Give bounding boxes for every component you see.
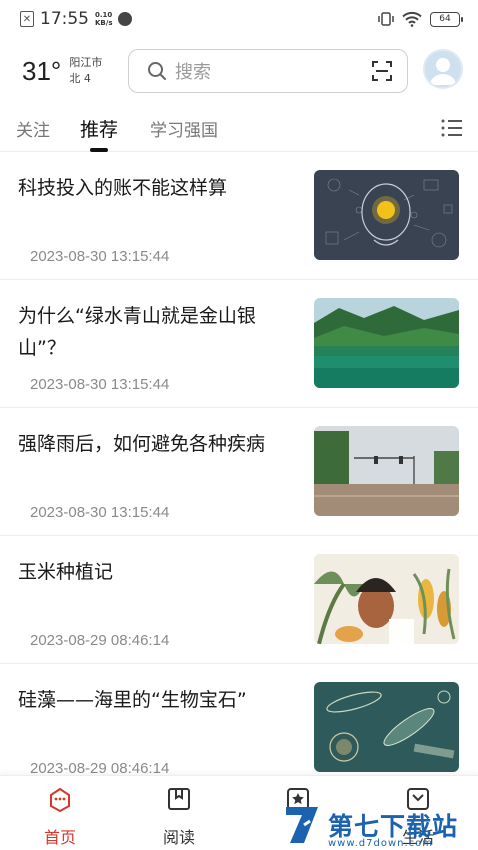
watermark-url: www.d7down.com bbox=[328, 838, 434, 849]
article-title[interactable]: 科技投入的账不能这样算 bbox=[18, 172, 288, 204]
corn-illustration-image[interactable] bbox=[314, 554, 459, 644]
tab-xuexi-qiangguo[interactable]: 学习强国 bbox=[150, 116, 218, 141]
watermark-logo-icon bbox=[286, 807, 318, 843]
flooded-street-image[interactable] bbox=[314, 426, 459, 516]
nav-label: 阅读 bbox=[162, 828, 195, 847]
article-date: 2023-08-30 13:15:44 bbox=[30, 504, 170, 521]
article-date: 2023-08-30 13:15:44 bbox=[30, 248, 170, 265]
green-lake-mountains-image[interactable] bbox=[314, 298, 459, 388]
book-icon bbox=[168, 788, 190, 810]
tech-brain-image[interactable] bbox=[314, 170, 459, 260]
speed-unit: KB/s bbox=[95, 19, 113, 27]
home-icon bbox=[50, 787, 70, 813]
nav-home[interactable]: 首页 bbox=[20, 786, 100, 848]
weather-widget[interactable]: 31° 阳江市 北 4 bbox=[22, 55, 122, 87]
wind-info: 北 4 bbox=[69, 72, 91, 85]
search-bar[interactable]: 搜索 bbox=[128, 49, 408, 93]
temperature: 31° bbox=[22, 55, 62, 86]
article-title[interactable]: 强降雨后，如何避免各种疾病 bbox=[18, 428, 288, 460]
user-icon bbox=[430, 58, 456, 85]
weather-location: 阳江市 北 4 bbox=[69, 55, 102, 87]
list-item[interactable]: 玉米种植记 2023-08-29 08:46:14 bbox=[0, 536, 478, 664]
status-time: 17:55 bbox=[40, 9, 89, 29]
search-icon bbox=[148, 62, 166, 80]
scan-icon[interactable] bbox=[371, 60, 393, 82]
nav-read[interactable]: 阅读 bbox=[139, 786, 219, 848]
app-status-icon bbox=[118, 12, 133, 26]
channel-menu-icon[interactable] bbox=[441, 118, 463, 138]
tab-follow[interactable]: 关注 bbox=[16, 116, 50, 141]
avatar[interactable] bbox=[423, 49, 463, 89]
battery-icon: 64 bbox=[430, 11, 463, 27]
article-date: 2023-08-29 08:46:14 bbox=[30, 632, 170, 649]
nav-label: 首页 bbox=[43, 828, 76, 847]
channel-tabs: 关注 推荐 学习强国 bbox=[0, 106, 478, 152]
network-speed: 0.10 KB/s bbox=[95, 11, 112, 27]
news-feed: 科技投入的账不能这样算 2023-08-30 13:15:44 为什么“绿水青山… bbox=[0, 152, 478, 792]
article-title[interactable]: 玉米种植记 bbox=[18, 556, 288, 588]
tab-recommend[interactable]: 推荐 bbox=[80, 115, 118, 142]
search-placeholder: 搜索 bbox=[175, 62, 211, 83]
city-name: 阳江市 bbox=[69, 56, 103, 69]
list-item[interactable]: 为什么“绿水青山就是金山银山”？ 2023-08-30 13:15:44 bbox=[0, 280, 478, 408]
speed-value: 0.10 bbox=[95, 11, 113, 19]
battery-level: 64 bbox=[439, 14, 451, 24]
article-date: 2023-08-30 13:15:44 bbox=[30, 376, 170, 393]
wifi-icon bbox=[402, 11, 422, 27]
list-item[interactable]: 科技投入的账不能这样算 2023-08-30 13:15:44 bbox=[0, 152, 478, 280]
diatoms-image[interactable] bbox=[314, 682, 459, 772]
article-title[interactable]: 为什么“绿水青山就是金山银山”？ bbox=[18, 300, 288, 364]
list-item[interactable]: 硅藻——海里的“生物宝石” 2023-08-29 08:46:14 bbox=[0, 664, 478, 792]
app-header: 31° 阳江市 北 4 搜索 bbox=[0, 40, 478, 102]
list-item[interactable]: 强降雨后，如何避免各种疾病 2023-08-30 13:15:44 bbox=[0, 408, 478, 536]
status-bar: ✕ 17:55 0.10 KB/s 64 bbox=[0, 0, 478, 38]
notification-icon: ✕ bbox=[20, 11, 34, 27]
article-title[interactable]: 硅藻——海里的“生物宝石” bbox=[18, 684, 288, 716]
vibrate-icon bbox=[378, 12, 394, 26]
